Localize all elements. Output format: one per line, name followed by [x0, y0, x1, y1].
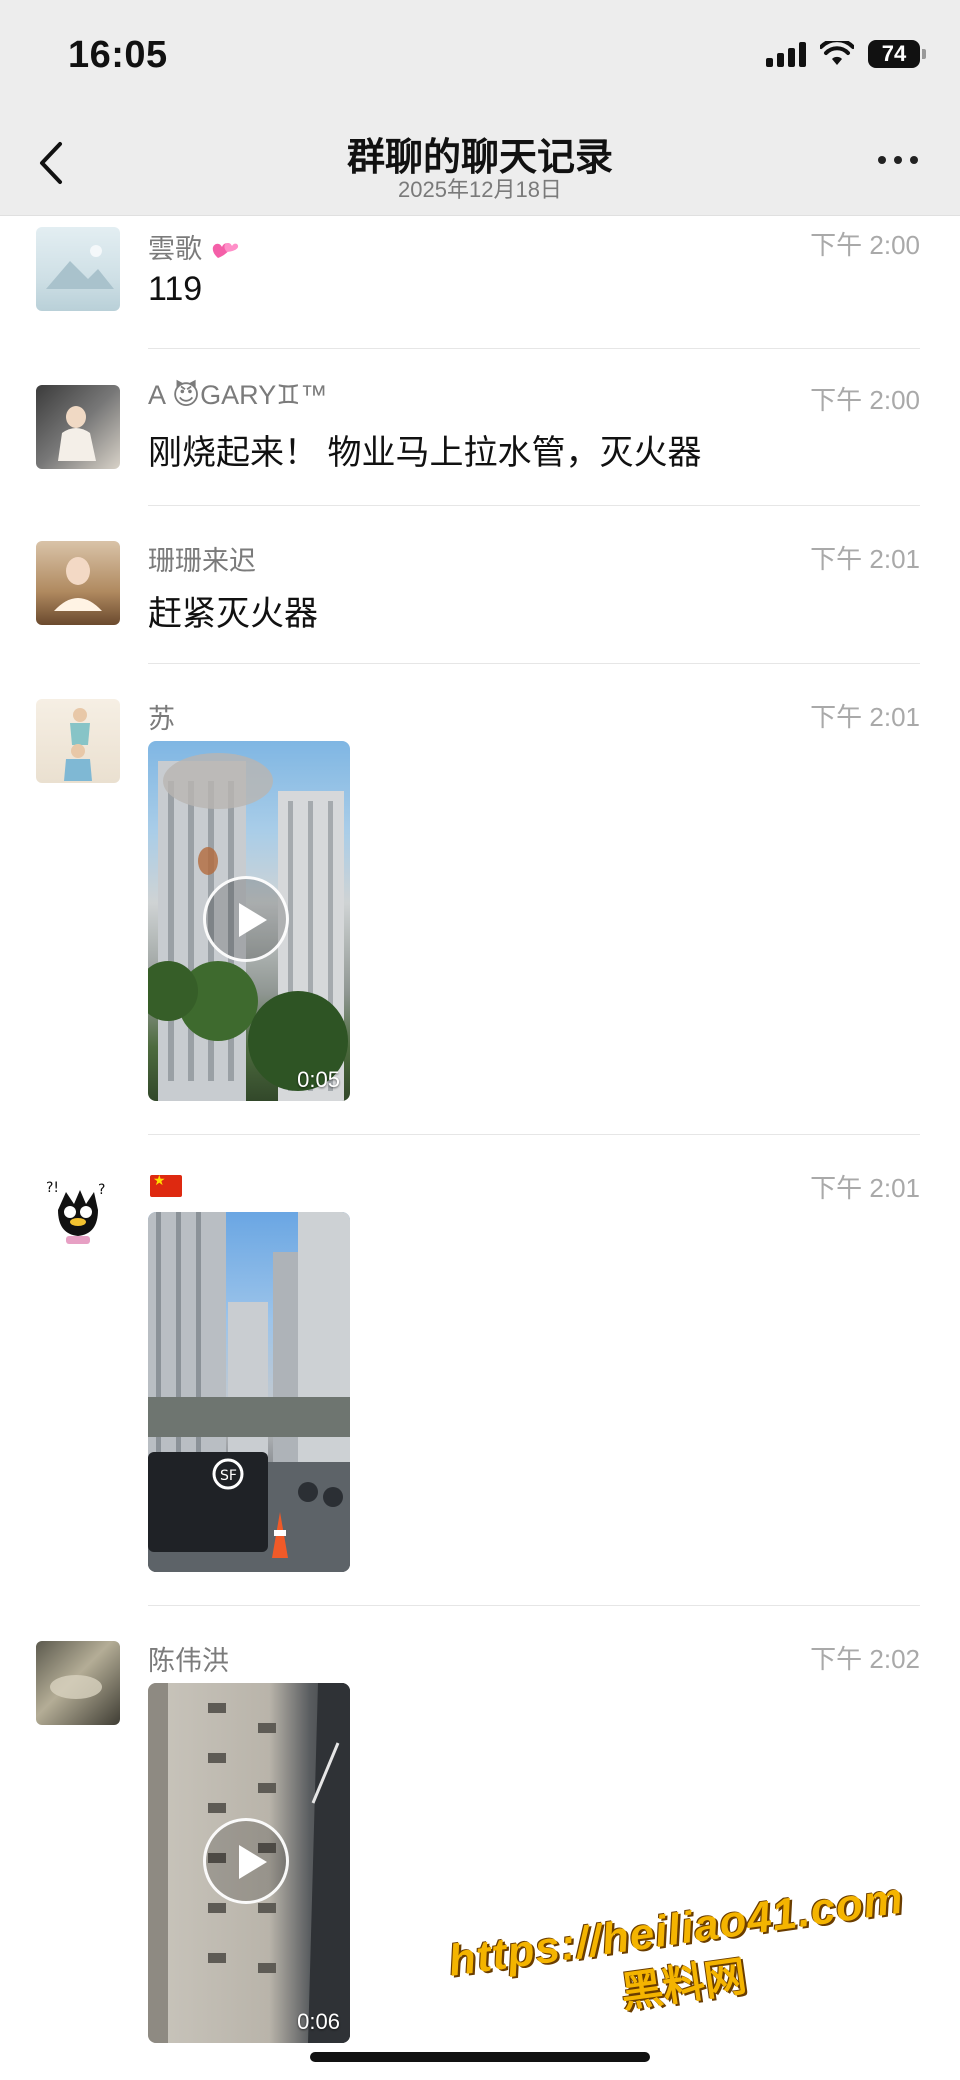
avatar[interactable] [36, 385, 120, 469]
svg-text:?: ? [98, 1182, 105, 1198]
play-icon[interactable] [203, 876, 289, 962]
sender-name: 苏 [148, 704, 175, 734]
chat-message: A 😈GARY♊™ 下午 2:00 刚烧起来！ 物业马上拉水管，灭火器 [0, 350, 960, 505]
cartoon-badtz-maru-icon: ?! ? [46, 1180, 105, 1244]
sender-name: A 😈GARY♊™ [148, 380, 328, 410]
message-time: 下午 2:01 [810, 1173, 920, 1203]
landscape-avatar-icon [46, 245, 114, 289]
avatar[interactable] [36, 541, 120, 625]
avatar[interactable]: ?! ? [36, 1170, 120, 1254]
svg-text:SF: SF [220, 1468, 237, 1484]
video-message[interactable]: 0:05 [148, 741, 350, 1101]
sender-name: 雲歌 [148, 227, 240, 266]
message-time: 下午 2:00 [810, 230, 920, 260]
child-photo-icon [58, 406, 96, 461]
signal-icon [766, 41, 806, 67]
video-message[interactable]: 0:06 [148, 1683, 350, 2043]
avatar[interactable] [36, 1641, 120, 1725]
photo-avatar-icon [50, 1675, 102, 1699]
svg-text:?!: ?! [46, 1180, 59, 1196]
family-photo-icon [64, 708, 92, 781]
china-flag-icon [150, 1172, 182, 1197]
message-time: 下午 2:01 [810, 544, 920, 574]
status-time: 16:05 [68, 34, 168, 76]
image-thumbnail: SF [148, 1212, 350, 1572]
chat-message: 苏 下午 2:01 0:05 [0, 664, 960, 1134]
message-time: 下午 2:01 [810, 702, 920, 732]
wifi-icon [820, 41, 854, 65]
chat-message: 珊珊来迟 下午 2:01 赶紧灭火器 [0, 506, 960, 661]
sender-name: 陈伟洪 [148, 1646, 229, 1676]
image-message[interactable]: SF [148, 1212, 350, 1572]
status-icons: 74 [766, 40, 926, 68]
home-indicator[interactable] [310, 2052, 650, 2062]
avatar[interactable] [36, 699, 120, 783]
portrait-photo-icon [54, 557, 102, 611]
message-text[interactable]: 119 [148, 270, 202, 309]
avatar[interactable] [36, 227, 120, 311]
nav-bar: 群聊的聊天记录 2025年12月18日 [0, 110, 960, 216]
battery-icon: 74 [868, 40, 926, 68]
more-dots-icon[interactable] [878, 156, 918, 164]
message-time: 下午 2:02 [810, 1644, 920, 1674]
chat-message: ?! ? 下午 2:01 SF [0, 1135, 960, 1605]
video-duration: 0:06 [297, 2009, 340, 2034]
message-text[interactable]: 赶紧灭火器 [148, 586, 318, 635]
message-text[interactable]: 刚烧起来！ 物业马上拉水管，灭火器 [148, 425, 701, 474]
status-bar: 16:05 74 [0, 0, 960, 110]
sender-name-text: 雲歌 [148, 234, 202, 264]
play-icon[interactable] [203, 1818, 289, 1904]
sender-name: 珊珊来迟 [148, 546, 256, 576]
message-time: 下午 2:00 [810, 385, 920, 415]
page-subtitle: 2025年12月18日 [398, 177, 562, 202]
heart-emoji-icon [212, 242, 238, 258]
video-duration: 0:05 [297, 1067, 340, 1092]
chat-message: 雲歌 下午 2:00 119 [0, 215, 960, 350]
divider [148, 348, 920, 349]
